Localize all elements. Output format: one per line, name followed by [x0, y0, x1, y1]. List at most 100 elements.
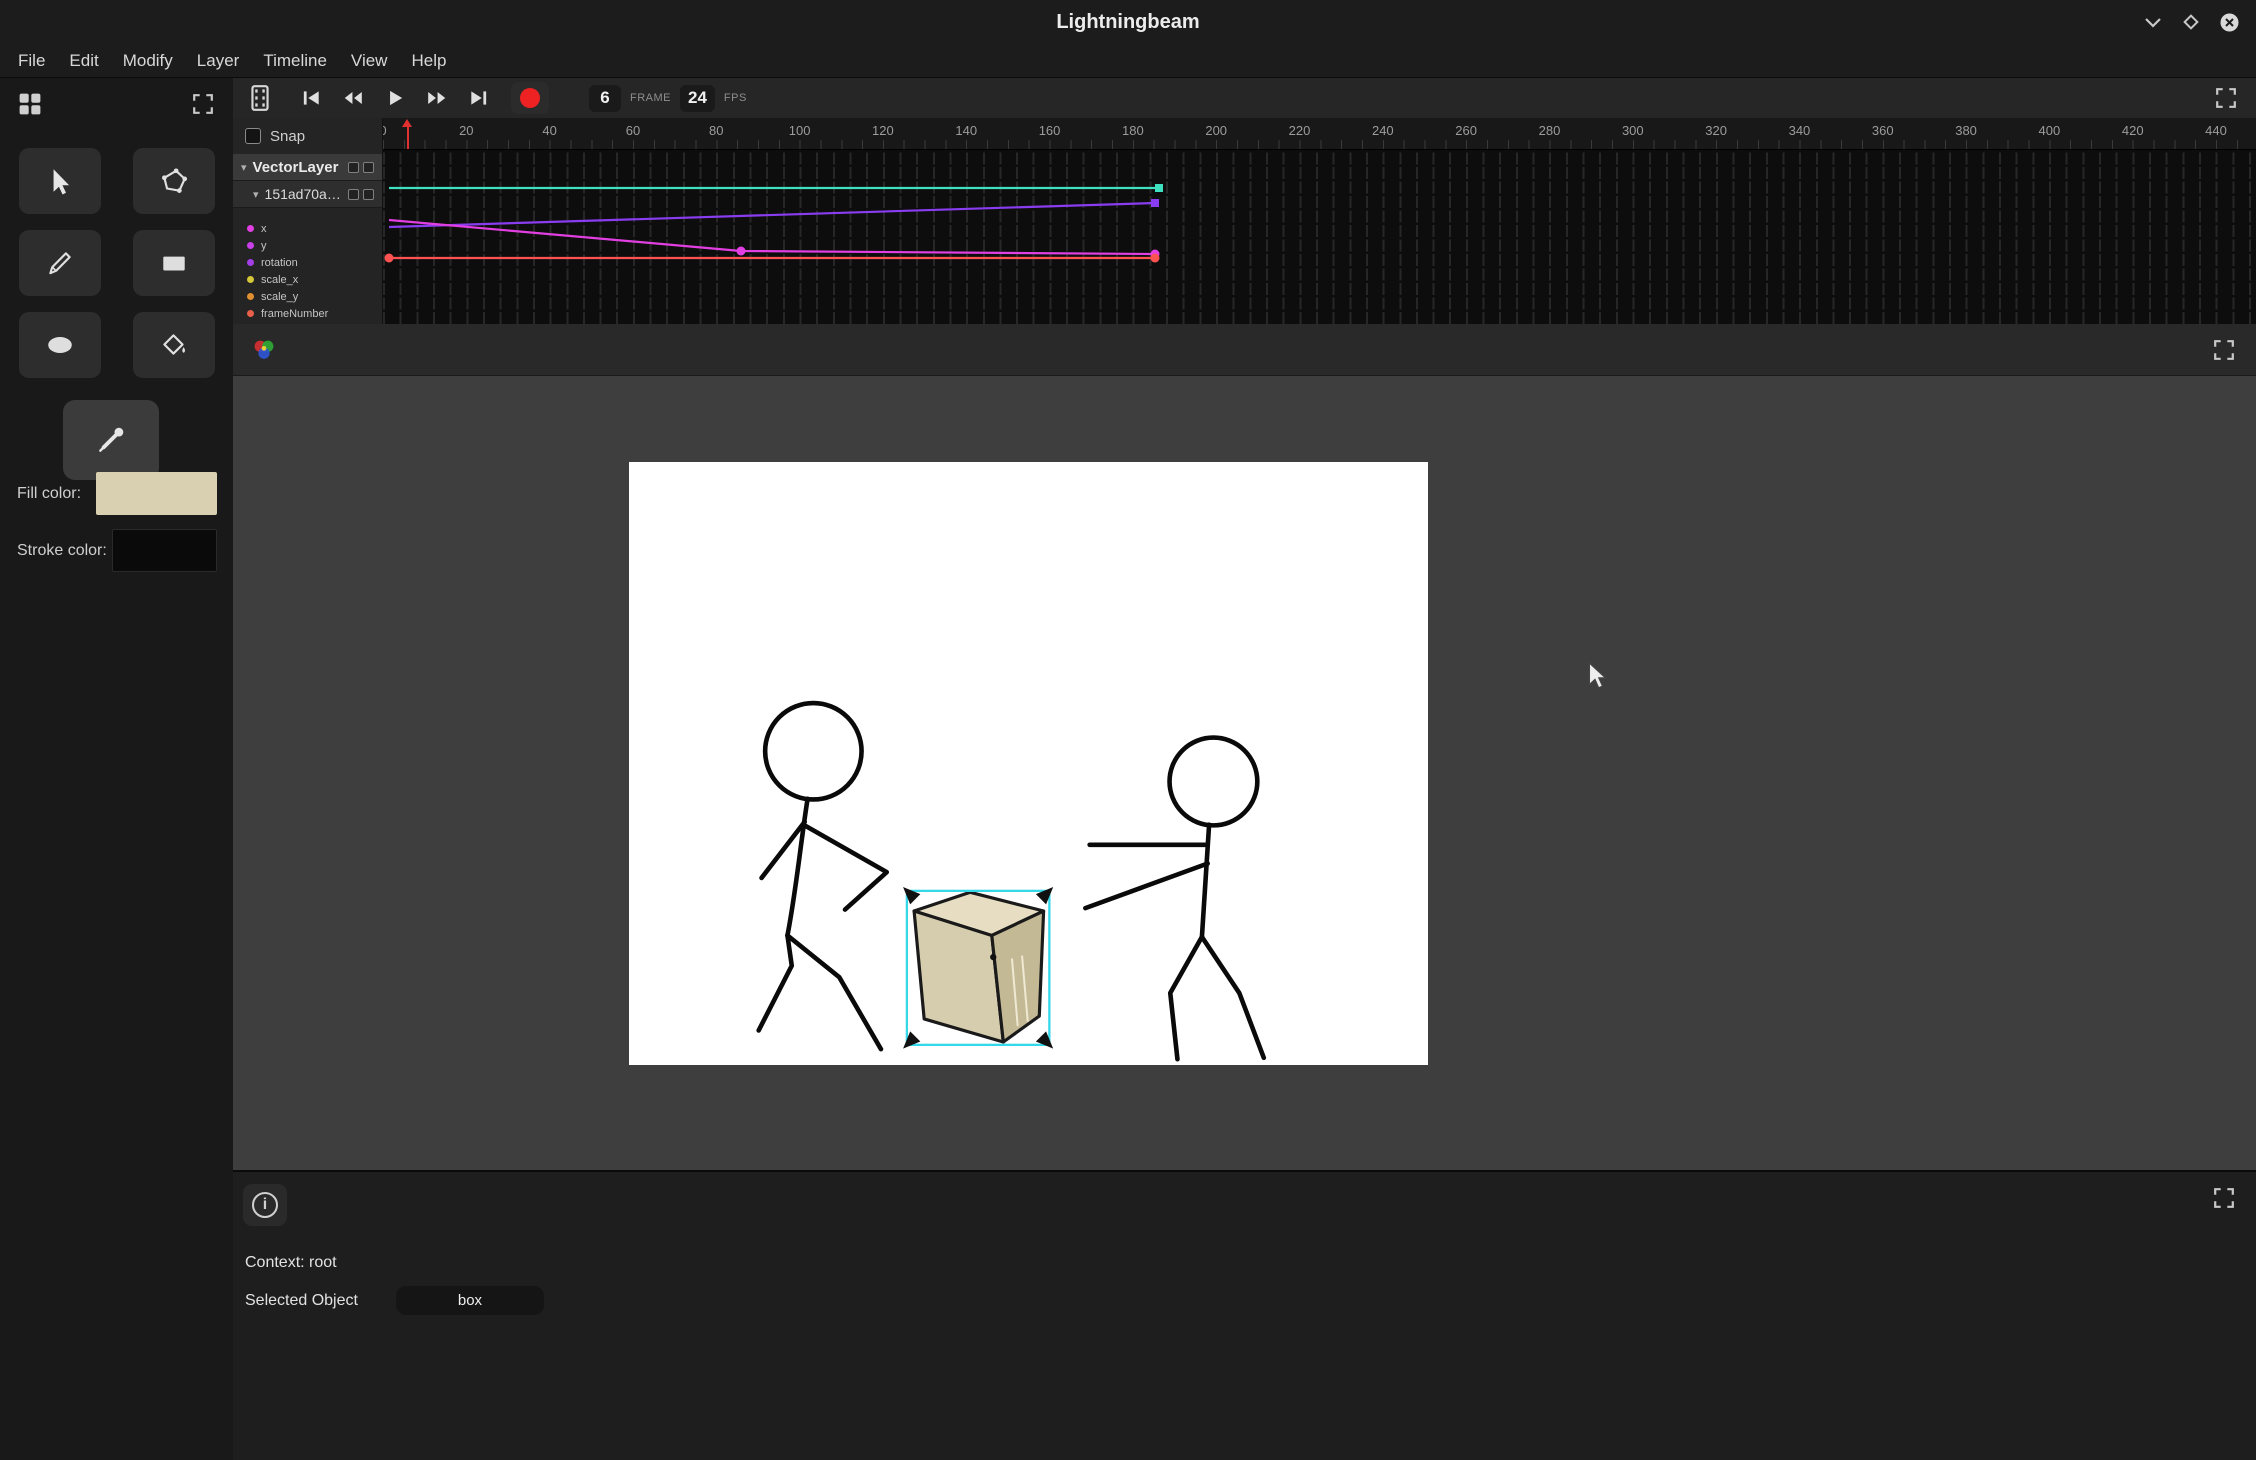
stroke-color-swatch[interactable]	[112, 529, 217, 572]
ruler-label: 140	[955, 123, 977, 138]
timeline-toolbar: 6 FRAME 24 FPS	[233, 78, 2256, 118]
stick-figure-left[interactable]	[759, 703, 887, 1049]
rewind-button[interactable]	[335, 83, 371, 113]
timeline-property-scale_x[interactable]: scale_x	[233, 271, 382, 288]
stroke-color-label: Stroke color:	[17, 542, 107, 560]
ruler-label: 340	[1789, 123, 1811, 138]
menu-timeline[interactable]: Timeline	[251, 51, 339, 71]
keyframe-handle[interactable]	[1151, 199, 1159, 207]
drawing-canvas[interactable]	[629, 462, 1428, 1065]
timeline-property-scale_y[interactable]: scale_y	[233, 288, 382, 305]
selected-object-value[interactable]: box	[396, 1286, 544, 1315]
ruler-label: 280	[1539, 123, 1561, 138]
minimize-icon[interactable]	[2143, 12, 2163, 32]
record-icon	[520, 88, 540, 108]
inspector-expand-icon[interactable]	[2210, 1184, 2238, 1212]
property-name: rotation	[261, 257, 298, 269]
box-object[interactable]	[914, 892, 1044, 1042]
selected-object-label: Selected Object	[245, 1292, 358, 1310]
pencil-tool-button[interactable]	[19, 230, 101, 296]
ruler-label: 380	[1955, 123, 1977, 138]
frame-indicator: 6 FRAME 24 FPS	[589, 85, 747, 112]
eyedropper-icon	[94, 423, 128, 457]
ellipse-tool-button[interactable]	[19, 312, 101, 378]
select-tool-button[interactable]	[19, 148, 101, 214]
tool-sidebar: Fill color: Stroke color:	[0, 78, 233, 1460]
curve-y[interactable]	[389, 203, 1155, 227]
fps-unit-label: FPS	[724, 92, 747, 104]
canvas-panel	[233, 324, 2256, 1170]
keyframe-dot[interactable]	[385, 254, 394, 263]
layer-lock-toggle[interactable]	[363, 189, 374, 200]
layer-lock-toggle[interactable]	[363, 162, 374, 173]
keyframe-area[interactable]	[383, 150, 2256, 324]
layer-visibility-toggle[interactable]	[348, 189, 359, 200]
tools-grid	[19, 148, 215, 378]
ruler-label: 160	[1039, 123, 1061, 138]
stage[interactable]	[629, 462, 1428, 1065]
stick-figure-right[interactable]	[1085, 738, 1263, 1060]
grid-view-button[interactable]	[14, 88, 46, 120]
keyframe-dot[interactable]	[737, 247, 746, 256]
close-icon[interactable]	[2219, 12, 2240, 33]
inspector-panel: i Context: root Selected Object box	[233, 1170, 2256, 1460]
ruler-label: 0	[383, 123, 387, 138]
layer-visibility-toggle[interactable]	[348, 162, 359, 173]
canvas-expand-icon[interactable]	[2210, 336, 2238, 364]
timeline-ruler[interactable]: 0204060801001201401601802002202402602803…	[383, 118, 2256, 150]
timeline-property-frameNumber[interactable]: frameNumber	[233, 305, 382, 322]
curve-x[interactable]	[389, 220, 1155, 254]
keyframe-handle[interactable]	[1155, 184, 1163, 192]
menu-modify[interactable]: Modify	[111, 51, 185, 71]
record-button[interactable]	[511, 82, 549, 114]
select-arrow-icon	[45, 166, 75, 196]
layer-row-vectorlayer[interactable]: ▾ VectorLayer	[233, 154, 382, 181]
snap-label: Snap	[270, 128, 305, 145]
menu-view[interactable]: View	[339, 51, 400, 71]
rectangle-tool-button[interactable]	[133, 230, 215, 296]
menu-edit[interactable]: Edit	[57, 51, 110, 71]
ruler-label: 440	[2205, 123, 2227, 138]
eyedropper-tool-button[interactable]	[63, 400, 159, 480]
play-button[interactable]	[377, 83, 413, 113]
property-color-dot	[247, 242, 254, 249]
info-button[interactable]: i	[243, 1184, 287, 1226]
bucket-tool-button[interactable]	[133, 312, 215, 378]
ruler-label: 40	[542, 123, 556, 138]
rectangle-icon	[159, 248, 189, 278]
playhead[interactable]	[407, 127, 410, 149]
timeline-expand-icon[interactable]	[2212, 84, 2240, 112]
fps-value[interactable]: 24	[680, 85, 715, 112]
collapse-arrow-icon[interactable]: ▾	[241, 161, 247, 174]
layer-row-object[interactable]: ▾ 151ad70a…	[233, 181, 382, 208]
menu-file[interactable]: File	[6, 51, 57, 71]
menu-layer[interactable]: Layer	[185, 51, 252, 71]
filmstrip-icon[interactable]	[249, 84, 271, 112]
keyframe-dot[interactable]	[1151, 254, 1160, 263]
menu-help[interactable]: Help	[399, 51, 458, 71]
timeline-property-y[interactable]: y	[233, 237, 382, 254]
frame-unit-label: FRAME	[630, 92, 671, 104]
sidebar-expand-icon[interactable]	[189, 90, 217, 118]
property-name: frameNumber	[261, 308, 328, 320]
ruler-label: 360	[1872, 123, 1894, 138]
snap-checkbox[interactable]	[245, 128, 261, 144]
fast-forward-button[interactable]	[419, 83, 455, 113]
timeline-property-rotation[interactable]: rotation	[233, 254, 382, 271]
fill-color-swatch[interactable]	[96, 472, 217, 515]
property-name: x	[261, 223, 267, 235]
polygon-nodes-icon	[159, 166, 189, 196]
transform-tool-button[interactable]	[133, 148, 215, 214]
skip-to-end-button[interactable]	[461, 83, 497, 113]
app-logo-icon	[251, 337, 277, 363]
ruler-label: 240	[1372, 123, 1394, 138]
maximize-icon[interactable]	[2181, 12, 2201, 32]
skip-to-start-button[interactable]	[293, 83, 329, 113]
stroke-color-row: Stroke color:	[17, 529, 217, 572]
ruler-label: 260	[1455, 123, 1477, 138]
timeline-property-x[interactable]: x	[233, 220, 382, 237]
current-frame-value[interactable]: 6	[589, 85, 621, 112]
collapse-arrow-icon[interactable]: ▾	[253, 188, 259, 201]
ruler-label: 20	[459, 123, 473, 138]
ruler-label: 300	[1622, 123, 1644, 138]
